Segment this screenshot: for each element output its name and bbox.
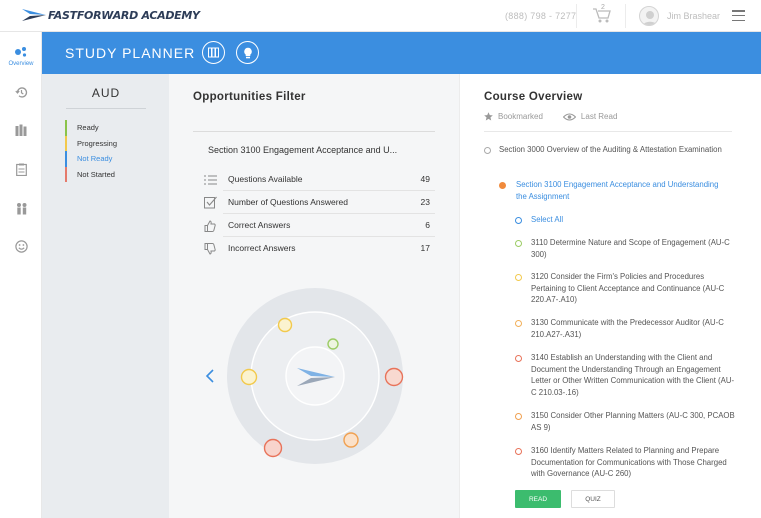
subject-panel: AUD Ready Progressing Not Ready Not Star… [42,74,169,518]
study-guide-icon [208,47,219,58]
readiness-legend: Ready Progressing Not Ready Not Started [65,120,117,182]
filter-section-title: Section 3100 Engagement Acceptance and U… [208,145,398,155]
user-name[interactable]: Jim Brashear [667,11,720,21]
thumbs-down-icon [204,242,216,255]
divider [193,131,435,132]
stat-label: Incorrect Answers [228,243,296,253]
nav-library[interactable] [0,124,42,136]
books-icon [15,124,27,136]
last-read-label: Last Read [580,112,618,121]
course-item[interactable]: 3120 Consider the Firm's Policies and Pr… [531,271,736,306]
nav-history[interactable] [0,86,42,99]
radar-prev-arrow-icon[interactable] [205,369,214,383]
topic-node-3150[interactable] [343,432,359,448]
topic-radar [205,288,404,464]
nav-overview-label: Overview [8,61,34,67]
overview-icon [15,47,27,57]
course-item[interactable]: 3160 Identify Matters Related to Plannin… [531,445,736,480]
course-item[interactable]: 3110 Determine Nature and Scope of Engag… [531,237,736,260]
bookmarked-label: Bookmarked [498,112,543,121]
status-dot-icon [515,217,522,224]
course-item[interactable]: 3150 Consider Other Planning Matters (AU… [531,410,736,433]
topic-node-3160[interactable] [263,438,283,458]
status-dot-icon [515,448,522,455]
nav-feedback[interactable] [0,240,42,253]
filter-title: Opportunities Filter [193,91,306,103]
stat-incorrect-answers: Incorrect Answers 17 [197,237,435,260]
last-read-filter[interactable]: Last Read [562,112,618,121]
nav-planner[interactable] [0,163,42,176]
stat-value: 17 [420,243,430,253]
user-icon [642,11,658,25]
legend-not-started[interactable]: Not Started [65,166,117,182]
topic-node-3110[interactable] [327,338,339,350]
people-icon [16,203,26,215]
stat-value: 49 [420,174,430,184]
nav-overview[interactable]: Overview [0,46,42,67]
status-dot-icon [499,182,506,189]
stat-correct-answers: Correct Answers 6 [197,214,435,237]
stat-label: Correct Answers [223,214,435,237]
stat-label: Number of Questions Answered [223,191,435,214]
course-item[interactable]: Select All [531,214,711,226]
legend-not-ready[interactable]: Not Ready [65,151,117,167]
course-item[interactable]: Section 3100 Engagement Acceptance and U… [516,179,726,202]
legend-ready[interactable]: Ready [65,120,117,136]
topic-node-3120[interactable] [277,317,293,333]
smiley-icon [14,240,28,253]
nav-community[interactable] [0,202,42,215]
divider [625,4,626,28]
course-title: Course Overview [484,91,583,103]
star-icon [484,112,493,121]
stat-questions-available: Questions Available 49 [197,168,435,191]
brand-logo[interactable]: FASTFORWARD ACADEMY [22,8,200,22]
page-title: STUDY PLANNER [65,45,196,61]
divider [484,131,732,132]
read-button[interactable]: READ [515,490,561,508]
clipboard-icon [15,163,27,176]
stats-list: Questions Available 49 Number of Questio… [197,168,435,260]
status-dot-icon [515,274,522,281]
stat-questions-answered: Number of Questions Answered 23 [197,191,435,214]
stat-label: Questions Available [223,168,435,191]
study-planner-banner: STUDY PLANNER [42,32,761,74]
checkbox-icon [203,196,217,209]
course-item[interactable]: Section 3000 Overview of the Auditing & … [499,144,744,156]
history-icon [14,87,27,98]
stat-value: 23 [420,197,430,207]
course-meta: Bookmarked Last Read [484,112,637,121]
status-dot-icon [515,413,522,420]
phone-number[interactable]: (888) 798 - 7277 [505,11,576,21]
quiz-button[interactable]: QUIZ [571,490,615,508]
cart-button[interactable]: 2 [592,4,614,26]
topic-node-3140[interactable] [384,367,404,387]
study-guide-button[interactable] [202,41,225,64]
logo-icon [22,9,46,21]
subject-title: AUD [66,86,146,109]
legend-progressing[interactable]: Progressing [65,135,117,151]
divider [576,4,577,28]
cart-count: 2 [601,4,605,11]
topic-node-3130[interactable] [240,368,258,386]
left-nav: Overview [0,32,42,518]
status-dot-icon [515,240,522,247]
list-icon [203,175,217,184]
status-dot-icon [515,320,522,327]
top-bar: FASTFORWARD ACADEMY (888) 798 - 7277 2 J… [0,0,761,32]
avatar[interactable] [639,6,659,26]
hamburger-menu-icon[interactable] [732,10,745,21]
status-dot-icon [515,355,522,362]
tips-button[interactable] [236,41,259,64]
thumbs-up-icon [204,219,216,232]
course-item[interactable]: 3140 Establish an Understanding with the… [531,352,736,398]
bookmarked-filter[interactable]: Bookmarked [484,112,543,121]
course-overview-panel: Course Overview Bookmarked Last Read Sec… [459,74,761,518]
eye-icon [562,112,576,121]
brand-name: FASTFORWARD ACADEMY [48,8,200,22]
opportunities-filter-panel: Opportunities Filter Section 3100 Engage… [169,74,459,518]
course-item[interactable]: 3130 Communicate with the Predecessor Au… [531,317,736,340]
status-dot-icon [484,147,491,154]
stat-value: 6 [425,220,430,230]
lightbulb-icon [243,47,252,58]
